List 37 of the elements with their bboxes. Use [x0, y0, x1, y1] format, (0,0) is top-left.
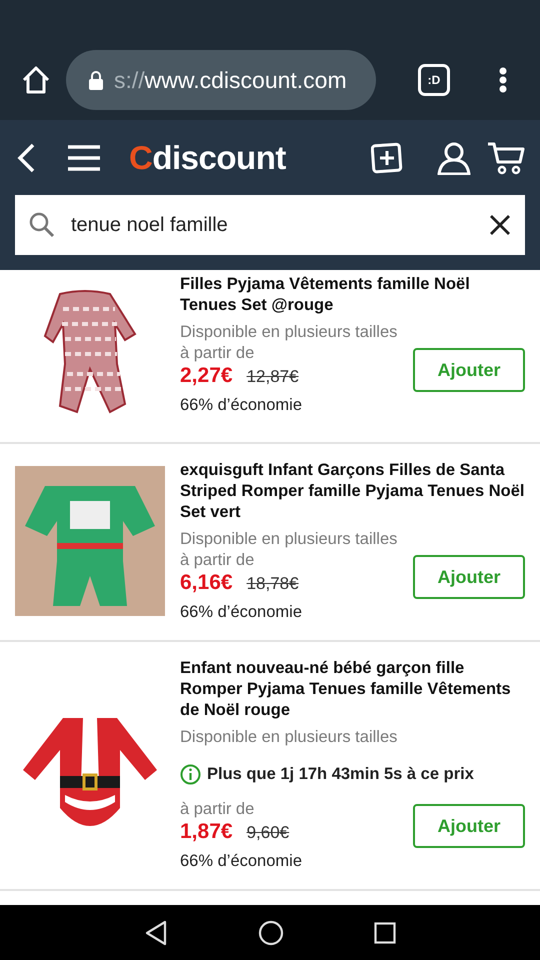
lock-icon — [88, 70, 104, 90]
home-icon[interactable] — [20, 64, 52, 96]
search-icon — [29, 212, 55, 238]
price-prefix: à partir de — [180, 799, 256, 820]
tab-switcher-button[interactable]: :D — [418, 64, 450, 96]
countdown-text: Plus que 1j 17h 43min 5s à ce prix — [207, 765, 474, 784]
home-icon[interactable] — [258, 920, 284, 946]
availability-text: Disponible en plusieurs tailles — [180, 727, 398, 748]
product-title[interactable]: Filles Pyjama Vêtements famille Noël Tenues Set @rouge — [180, 274, 525, 316]
price-prefix: à partir de — [180, 550, 256, 571]
availability-text: Disponible en plusieurs tailles — [180, 529, 398, 550]
back-icon[interactable] — [144, 920, 168, 946]
availability-text: Disponible en plusieurs tailles — [180, 322, 398, 343]
old-price: 9,60€ — [246, 823, 290, 843]
search-bar[interactable]: tenue noel famille — [15, 195, 525, 255]
more-options-icon[interactable] — [498, 67, 508, 93]
savings-text: 66% d’économie — [180, 603, 303, 622]
cdiscount-logo[interactable]: Cdiscount — [129, 138, 286, 176]
user-icon[interactable] — [437, 140, 471, 174]
price: 6,16€ — [180, 571, 233, 595]
address-bar[interactable]: s://www.cdiscount.com — [66, 50, 376, 110]
price-prefix: à partir de — [180, 343, 256, 364]
price: 1,87€ — [180, 820, 233, 844]
price: 2,27€ — [180, 364, 233, 388]
old-price: 12,87€ — [246, 367, 299, 387]
menu-icon[interactable] — [67, 144, 101, 172]
back-icon[interactable] — [15, 142, 37, 174]
savings-text: 66% d’économie — [180, 852, 303, 871]
close-icon[interactable] — [489, 214, 511, 236]
product-title[interactable]: Enfant nouveau-né bébé garçon fille Romper Pyjama Tenues famille Vêtements de Noël rouge — [180, 658, 525, 721]
product-title[interactable]: exquisguft Infant Garçons Filles de Santa Striped Romper famille Pyjama Tenues Noël Set vert — [180, 460, 525, 523]
old-price: 18,78€ — [246, 574, 299, 594]
info-icon — [180, 764, 201, 785]
cart-icon[interactable] — [487, 140, 525, 174]
overview-icon[interactable] — [374, 922, 396, 944]
savings-text: 66% d’économie — [180, 396, 303, 415]
search-field[interactable]: tenue noel famille — [71, 214, 473, 236]
